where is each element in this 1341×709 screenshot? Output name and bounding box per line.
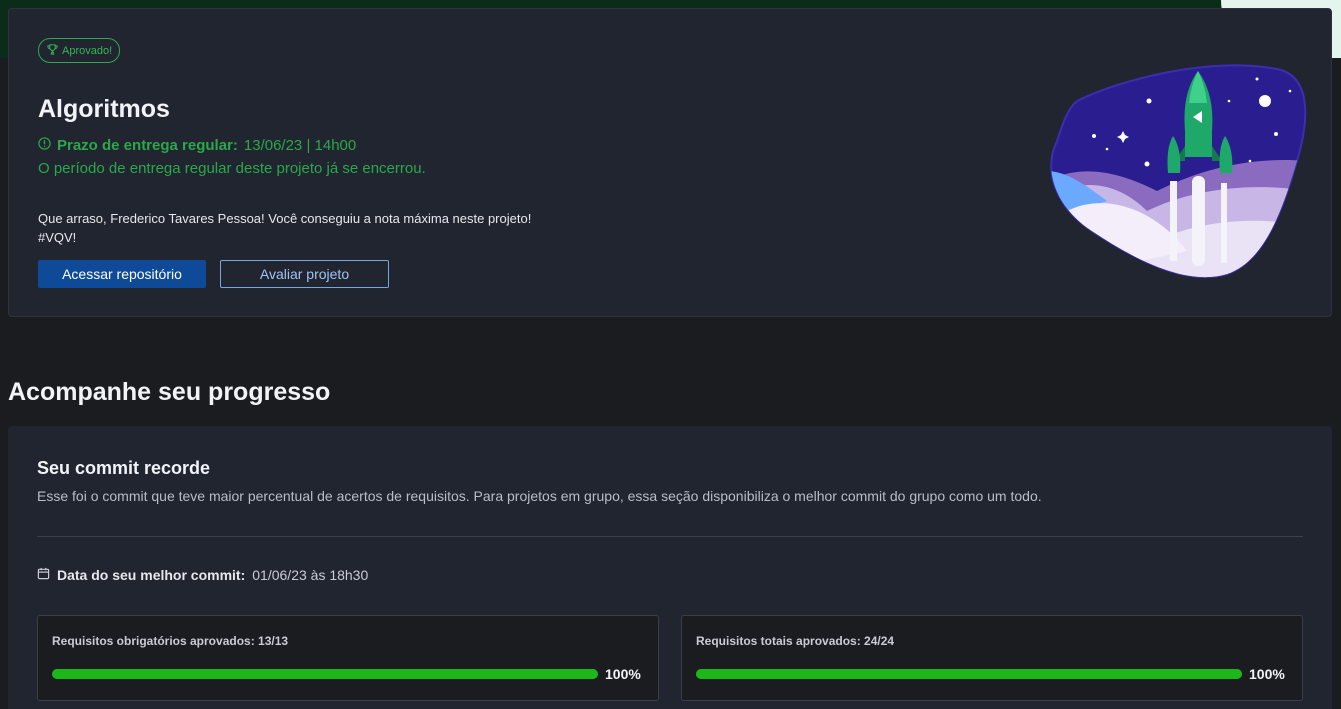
congrats-hashtag: #VQV! bbox=[38, 230, 77, 245]
project-card: Aprovado! Algoritmos Prazo de entrega re… bbox=[8, 8, 1332, 317]
congrats-line: Que arraso, Frederico Tavares Pessoa! Vo… bbox=[38, 211, 532, 226]
mandatory-progress-fill bbox=[52, 669, 598, 679]
congrats-message: Que arraso, Frederico Tavares Pessoa! Vo… bbox=[38, 209, 531, 247]
approved-badge: Aprovado! bbox=[38, 38, 121, 63]
total-requirements-box: Requisitos totais aprovados: 24/24 100% bbox=[681, 615, 1303, 701]
clock-alert-icon bbox=[38, 137, 51, 154]
calendar-icon bbox=[37, 567, 50, 583]
deadline-value: 13/06/23 | 14h00 bbox=[243, 137, 357, 154]
deadline-label: Prazo de entrega regular: bbox=[57, 137, 238, 154]
best-commit-label: Data do seu melhor commit: bbox=[57, 567, 246, 583]
rate-project-button[interactable]: Avaliar projeto bbox=[220, 260, 389, 288]
mandatory-progress-percent: 100% bbox=[605, 666, 641, 682]
commit-record-card: Seu commit recorde Esse foi o commit que… bbox=[8, 426, 1332, 709]
divider bbox=[37, 536, 1303, 537]
approved-badge-label: Aprovado! bbox=[62, 44, 113, 57]
best-commit-row: Data do seu melhor commit: 01/06/23 às 1… bbox=[37, 567, 368, 583]
total-progress-percent: 100% bbox=[1249, 666, 1285, 682]
commit-record-description: Esse foi o commit que teve maior percent… bbox=[37, 488, 1042, 504]
commit-record-title: Seu commit recorde bbox=[37, 458, 211, 478]
total-requirements-label: Requisitos totais aprovados: 24/24 bbox=[696, 634, 895, 648]
progress-section-title: Acompanhe seu progresso bbox=[8, 378, 331, 406]
rocket-illustration bbox=[1047, 61, 1307, 281]
mandatory-requirements-box: Requisitos obrigatórios aprovados: 13/13… bbox=[37, 615, 659, 701]
project-title: Algoritmos bbox=[38, 95, 170, 123]
mandatory-requirements-label: Requisitos obrigatórios aprovados: 13/13 bbox=[52, 634, 289, 648]
total-progress-bar bbox=[696, 669, 1242, 679]
access-repository-button[interactable]: Acessar repositório bbox=[38, 260, 206, 288]
total-progress-fill bbox=[696, 669, 1242, 679]
best-commit-value: 01/06/23 às 18h30 bbox=[252, 567, 369, 583]
mandatory-progress-bar bbox=[52, 669, 598, 679]
deadline-note: O período de entrega regular deste proje… bbox=[38, 160, 426, 177]
deadline-row: Prazo de entrega regular: 13/06/23 | 14h… bbox=[38, 137, 356, 154]
trophy-icon bbox=[47, 43, 58, 58]
